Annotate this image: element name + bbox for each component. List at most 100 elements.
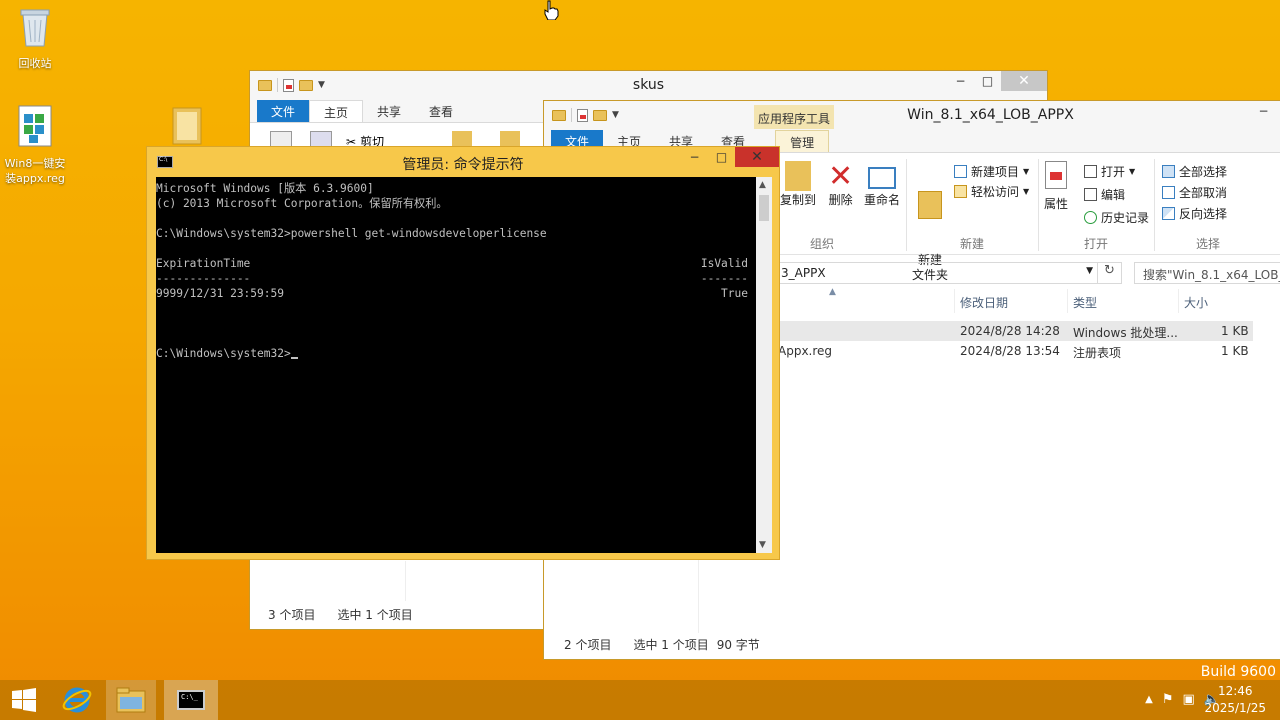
open-button[interactable]: 打开 ▼	[1084, 163, 1135, 180]
scroll-up-icon[interactable]: ▲	[759, 180, 766, 190]
selected-count: 选中 1 个项目	[633, 637, 709, 652]
title-bar[interactable]: ▼ skus − □ ✕	[250, 71, 1047, 99]
file-explorer-button[interactable]	[106, 680, 156, 720]
tab-share[interactable]: 共享	[363, 100, 415, 122]
rename-button[interactable]: 重命名	[864, 161, 900, 208]
registry-icon	[0, 104, 70, 152]
console-line: 9999/12/31 23:59:59 True	[156, 287, 748, 300]
tab-home[interactable]: 主页	[309, 100, 364, 122]
reg-file-icon[interactable]: Win8一键安装appx.reg	[0, 104, 70, 186]
chevron-down-icon[interactable]: ▼	[1086, 266, 1093, 276]
open-icon	[1084, 165, 1097, 178]
clock-time: 12:46	[1217, 684, 1253, 698]
scroll-thumb[interactable]	[759, 195, 769, 221]
item-count: 2 个项目	[564, 637, 612, 652]
taskbar: C:\_ ▲ ⚑ ▣ 🔈 12:46 2025/1/25	[0, 680, 1280, 720]
text-cursor	[290, 357, 298, 359]
folder-icon	[552, 109, 566, 121]
sort-arrow-icon: ▲	[829, 287, 836, 297]
history-button[interactable]: 历史记录	[1084, 209, 1149, 226]
maximize-button[interactable]: □	[974, 71, 1001, 91]
refresh-button[interactable]: ↻	[1098, 262, 1122, 284]
file-row[interactable]: 2024/8/28 14:28 Windows 批处理... 1 KB	[778, 321, 1253, 341]
group-separator	[1154, 159, 1155, 251]
scroll-down-icon[interactable]: ▼	[759, 540, 766, 550]
cmd-taskbar-button[interactable]: C:\_	[164, 680, 218, 720]
title-bar[interactable]: 管理员: 命令提示符 − □ ✕	[147, 147, 779, 177]
minimize-button[interactable]: −	[947, 71, 974, 91]
tab-manage[interactable]: 管理	[775, 130, 830, 152]
clock-date: 2025/1/25	[1204, 701, 1266, 715]
tab-file[interactable]: 文件	[257, 100, 310, 122]
select-none-icon	[1162, 186, 1175, 199]
file-row[interactable]: Appx.reg 2024/8/28 13:54 注册表项 1 KB	[778, 341, 1253, 361]
window-title: Win_8.1_x64_LOB_APPX	[907, 107, 1074, 123]
console-line: C:\Windows\system32>powershell get-windo…	[156, 227, 547, 240]
column-divider	[1178, 289, 1179, 313]
nav-pane-divider	[698, 559, 699, 633]
minimize-button[interactable]: −	[1250, 101, 1277, 121]
copy-to-button[interactable]: 复制到	[780, 161, 816, 208]
properties-icon[interactable]	[283, 78, 294, 92]
network-icon[interactable]: ▣	[1183, 692, 1195, 707]
flag-icon[interactable]: ⚑	[1162, 692, 1174, 707]
context-tab-app-tools: 应用程序工具	[754, 105, 834, 129]
minimize-button[interactable]: −	[681, 147, 708, 167]
selected-size: 90 字节	[716, 637, 760, 652]
address-bar[interactable]: 3_APPX ▼	[778, 262, 1098, 284]
group-label-organize: 组织	[810, 237, 835, 251]
properties-icon	[1045, 161, 1067, 189]
cmd-window[interactable]: 管理员: 命令提示符 − □ ✕ Microsoft Windows [版本 6…	[146, 146, 780, 560]
delete-button[interactable]: ✕ 删除	[828, 161, 853, 208]
reg-file-label: Win8一键安装appx.reg	[4, 157, 66, 185]
close-button[interactable]: ✕	[1001, 71, 1047, 91]
invert-selection-icon	[1162, 207, 1175, 220]
group-separator	[1038, 159, 1039, 251]
column-type[interactable]: 类型	[1073, 294, 1097, 311]
selected-count: 选中 1 个项目	[337, 607, 413, 622]
new-folder-icon[interactable]	[593, 109, 607, 121]
maximize-button[interactable]: □	[708, 147, 735, 167]
recycle-bin-label: 回收站	[18, 57, 52, 70]
invert-selection-button[interactable]: 反向选择	[1162, 205, 1227, 222]
chevron-down-icon[interactable]: ▼	[318, 80, 325, 90]
console-prompt-line[interactable]: C:\Windows\system32>	[156, 346, 756, 361]
show-hidden-icons-icon[interactable]: ▲	[1145, 694, 1153, 705]
ie-icon	[62, 687, 92, 713]
clock[interactable]: 12:46 2025/1/25	[1204, 683, 1266, 717]
build-watermark: Build 9600	[1200, 664, 1276, 680]
search-input[interactable]: 搜索"Win_8.1_x64_LOB_AP	[1134, 262, 1280, 284]
vertical-scrollbar[interactable]: ▲ ▼	[756, 177, 772, 553]
select-all-icon	[1162, 165, 1175, 178]
easy-access-button[interactable]: 轻松访问 ▼	[954, 183, 1029, 200]
console-line: -------------- -------	[156, 272, 748, 285]
delete-x-icon: ✕	[828, 159, 854, 194]
close-button[interactable]: ✕	[735, 147, 779, 167]
tab-view[interactable]: 查看	[415, 100, 467, 122]
console-output[interactable]: Microsoft Windows [版本 6.3.9600] (c) 2013…	[156, 177, 756, 553]
start-button[interactable]	[0, 680, 48, 720]
new-item-button[interactable]: 新建项目 ▼	[954, 163, 1029, 180]
console-icon[interactable]	[157, 156, 173, 168]
properties-button[interactable]: 属性	[1044, 161, 1068, 212]
internet-explorer-button[interactable]	[54, 680, 100, 720]
recycle-bin-icon[interactable]: 回收站	[0, 6, 70, 71]
new-folder-button[interactable]: 新建 文件夹	[912, 161, 948, 313]
quick-access-toolbar: ▼	[544, 108, 619, 122]
select-all-button[interactable]: 全部选择	[1162, 163, 1227, 180]
properties-icon[interactable]	[577, 108, 588, 122]
column-divider	[954, 289, 955, 313]
column-size[interactable]: 大小	[1184, 294, 1208, 311]
hand-cursor-icon	[543, 0, 559, 24]
column-divider	[1067, 289, 1068, 313]
select-none-button[interactable]: 全部取消	[1162, 184, 1227, 201]
edit-button[interactable]: 编辑	[1084, 186, 1125, 203]
title-bar[interactable]: ▼ 应用程序工具 Win_8.1_x64_LOB_APPX −	[544, 101, 1280, 129]
new-folder-icon[interactable]	[299, 79, 313, 91]
column-date[interactable]: 修改日期	[960, 294, 1008, 311]
chevron-down-icon[interactable]: ▼	[612, 110, 619, 120]
